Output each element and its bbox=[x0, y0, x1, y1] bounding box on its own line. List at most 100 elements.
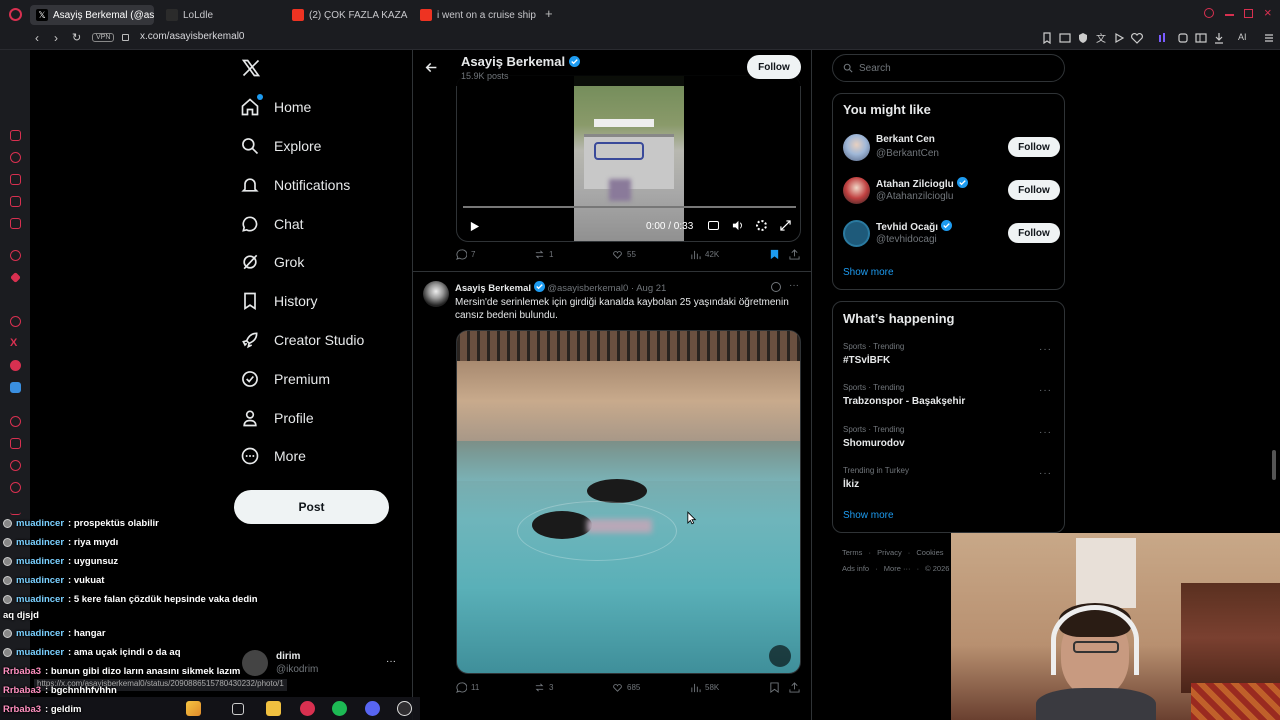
nav-notifications[interactable]: Notifications bbox=[240, 170, 350, 200]
extension-stats-icon[interactable] bbox=[1156, 31, 1170, 45]
post-author-name[interactable]: Asayiş Berkemal bbox=[455, 283, 531, 294]
nav-more[interactable]: More bbox=[240, 441, 306, 471]
suggested-user[interactable]: Atahan Zilcioglu @Atahanzilcioglu Follow bbox=[843, 175, 1060, 207]
vpn-badge[interactable]: VPN bbox=[92, 33, 115, 42]
restore-icon[interactable] bbox=[1244, 9, 1253, 18]
ai-button[interactable]: AI bbox=[1238, 32, 1247, 42]
heart-icon[interactable] bbox=[10, 460, 21, 471]
follow-button[interactable]: Follow bbox=[747, 55, 801, 79]
shield-icon[interactable] bbox=[1076, 31, 1090, 45]
like-button[interactable]: 685 bbox=[612, 682, 640, 693]
trend-more-icon[interactable]: ··· bbox=[1039, 427, 1052, 438]
forward-icon[interactable]: › bbox=[54, 31, 58, 45]
show-more-link[interactable]: Show more bbox=[843, 267, 894, 278]
more-dots-icon[interactable]: ··· bbox=[386, 656, 396, 667]
post-date[interactable]: · Aug 21 bbox=[631, 283, 666, 294]
sidebar-app-icon[interactable] bbox=[10, 294, 21, 305]
sidebar-app-icon[interactable] bbox=[10, 196, 21, 207]
sidebar-app-icon[interactable] bbox=[10, 250, 21, 261]
account-switcher[interactable]: dirim @ikodrim ··· bbox=[242, 650, 402, 680]
heart-icon[interactable] bbox=[1130, 31, 1144, 45]
share-button[interactable] bbox=[789, 249, 800, 260]
follow-button[interactable]: Follow bbox=[1008, 137, 1060, 157]
bookmark-button[interactable] bbox=[769, 249, 780, 260]
reply-button[interactable]: 11 bbox=[456, 682, 479, 693]
photo-alt-icon[interactable] bbox=[769, 645, 791, 667]
opera-taskbar-icon[interactable] bbox=[300, 701, 315, 716]
footer-privacy[interactable]: Privacy bbox=[877, 548, 902, 557]
sidebar-app-icon[interactable] bbox=[10, 152, 21, 163]
grok-post-icon[interactable] bbox=[771, 282, 781, 292]
snapshot-icon[interactable] bbox=[1058, 31, 1072, 45]
download-icon[interactable] bbox=[1212, 31, 1226, 45]
post-author-handle[interactable]: @asayisberkemal0 bbox=[547, 283, 628, 294]
follow-button[interactable]: Follow bbox=[1008, 223, 1060, 243]
play-icon[interactable] bbox=[1112, 31, 1126, 45]
x-app-icon[interactable]: X bbox=[10, 337, 17, 349]
trend-item[interactable]: Sports · Trending Shomurodov ··· bbox=[843, 425, 1058, 455]
follow-button[interactable]: Follow bbox=[1008, 180, 1060, 200]
translate-icon[interactable]: 文 bbox=[1094, 31, 1108, 45]
repost-button[interactable]: 1 bbox=[534, 249, 553, 260]
views-button[interactable]: 42K bbox=[690, 249, 719, 260]
nav-profile[interactable]: Profile bbox=[240, 403, 314, 433]
show-more-link[interactable]: Show more bbox=[843, 510, 894, 521]
footer-ads-info[interactable]: Ads info bbox=[842, 564, 869, 573]
repost-button[interactable]: 3 bbox=[534, 682, 553, 693]
nav-chat[interactable]: Chat bbox=[240, 209, 304, 239]
back-arrow-icon[interactable] bbox=[425, 61, 438, 74]
video-player[interactable]: 0:00 / 0:33 bbox=[456, 75, 801, 242]
sidebar-app-icon[interactable] bbox=[10, 174, 21, 185]
settings-gear-icon[interactable] bbox=[756, 220, 767, 231]
sidebar-toggle-icon[interactable] bbox=[1194, 31, 1208, 45]
play-icon[interactable] bbox=[469, 221, 480, 232]
nav-explore[interactable]: Explore bbox=[240, 131, 321, 161]
spotify-icon[interactable] bbox=[332, 701, 347, 716]
fullscreen-icon[interactable] bbox=[780, 220, 791, 231]
tab-youtube-kaza[interactable]: (2) ÇOK FAZLA KAZA | 5Se bbox=[292, 5, 408, 25]
task-view-icon[interactable] bbox=[232, 703, 244, 715]
tab-asayis-berkemal[interactable]: 𝕏 Asayiş Berkemal (@asayis bbox=[30, 5, 154, 25]
reload-icon[interactable]: ↻ bbox=[72, 31, 81, 44]
trend-item[interactable]: Trending in Turkey İkiz ··· bbox=[843, 466, 1058, 496]
tab-loldle[interactable]: LoLdle bbox=[166, 5, 276, 25]
minimize-icon[interactable] bbox=[1225, 14, 1234, 16]
share-button[interactable] bbox=[789, 682, 800, 693]
nav-history[interactable]: History bbox=[240, 286, 318, 316]
post-more-icon[interactable]: ··· bbox=[789, 280, 799, 291]
reply-button[interactable]: 7 bbox=[456, 249, 475, 260]
footer-terms[interactable]: Terms bbox=[842, 548, 862, 557]
footer-more[interactable]: More ··· bbox=[884, 564, 911, 573]
whatsapp-icon[interactable] bbox=[10, 316, 21, 327]
page-scrollbar[interactable] bbox=[1272, 450, 1276, 480]
captions-icon[interactable] bbox=[708, 221, 719, 230]
suggested-user[interactable]: Berkant Cen @BerkantCen Follow bbox=[843, 132, 1060, 164]
discord-icon[interactable] bbox=[365, 701, 380, 716]
x-logo-icon[interactable] bbox=[241, 58, 261, 78]
search-tabs-icon[interactable] bbox=[1204, 8, 1214, 18]
menu-icon[interactable] bbox=[1262, 31, 1276, 45]
sidebar-app-icon[interactable] bbox=[10, 360, 21, 371]
nav-grok[interactable]: Grok bbox=[240, 247, 304, 277]
download-icon[interactable] bbox=[10, 504, 21, 515]
tab-youtube-cruise[interactable]: i went on a cruise ship - Yo bbox=[420, 5, 538, 25]
views-button[interactable]: 58K bbox=[690, 682, 719, 693]
url-field[interactable]: x.com/asayisberkemal0 bbox=[140, 31, 244, 42]
file-explorer-icon[interactable] bbox=[266, 701, 281, 716]
clock-icon[interactable] bbox=[10, 482, 21, 493]
search-input[interactable]: Search bbox=[832, 54, 1065, 82]
extension-puzzle-icon[interactable] bbox=[1176, 31, 1190, 45]
trend-more-icon[interactable]: ··· bbox=[1039, 344, 1052, 355]
sidebar-app-icon[interactable] bbox=[10, 416, 21, 427]
nav-home[interactable]: Home bbox=[240, 92, 311, 122]
back-icon[interactable]: ‹ bbox=[35, 31, 39, 45]
like-button[interactable]: 55 bbox=[612, 249, 636, 260]
bookmark-button[interactable] bbox=[769, 682, 780, 693]
post-button[interactable]: Post bbox=[234, 490, 389, 524]
volume-icon[interactable] bbox=[732, 220, 743, 231]
nav-creator-studio[interactable]: Creator Studio bbox=[240, 325, 364, 355]
suggested-user[interactable]: Tevhid Ocağı @tevhidocagi Follow bbox=[843, 218, 1060, 250]
trend-more-icon[interactable]: ··· bbox=[1039, 385, 1052, 396]
trend-item[interactable]: Sports · Trending #TSvİBFK ··· bbox=[843, 342, 1058, 372]
obs-icon[interactable] bbox=[397, 701, 412, 716]
